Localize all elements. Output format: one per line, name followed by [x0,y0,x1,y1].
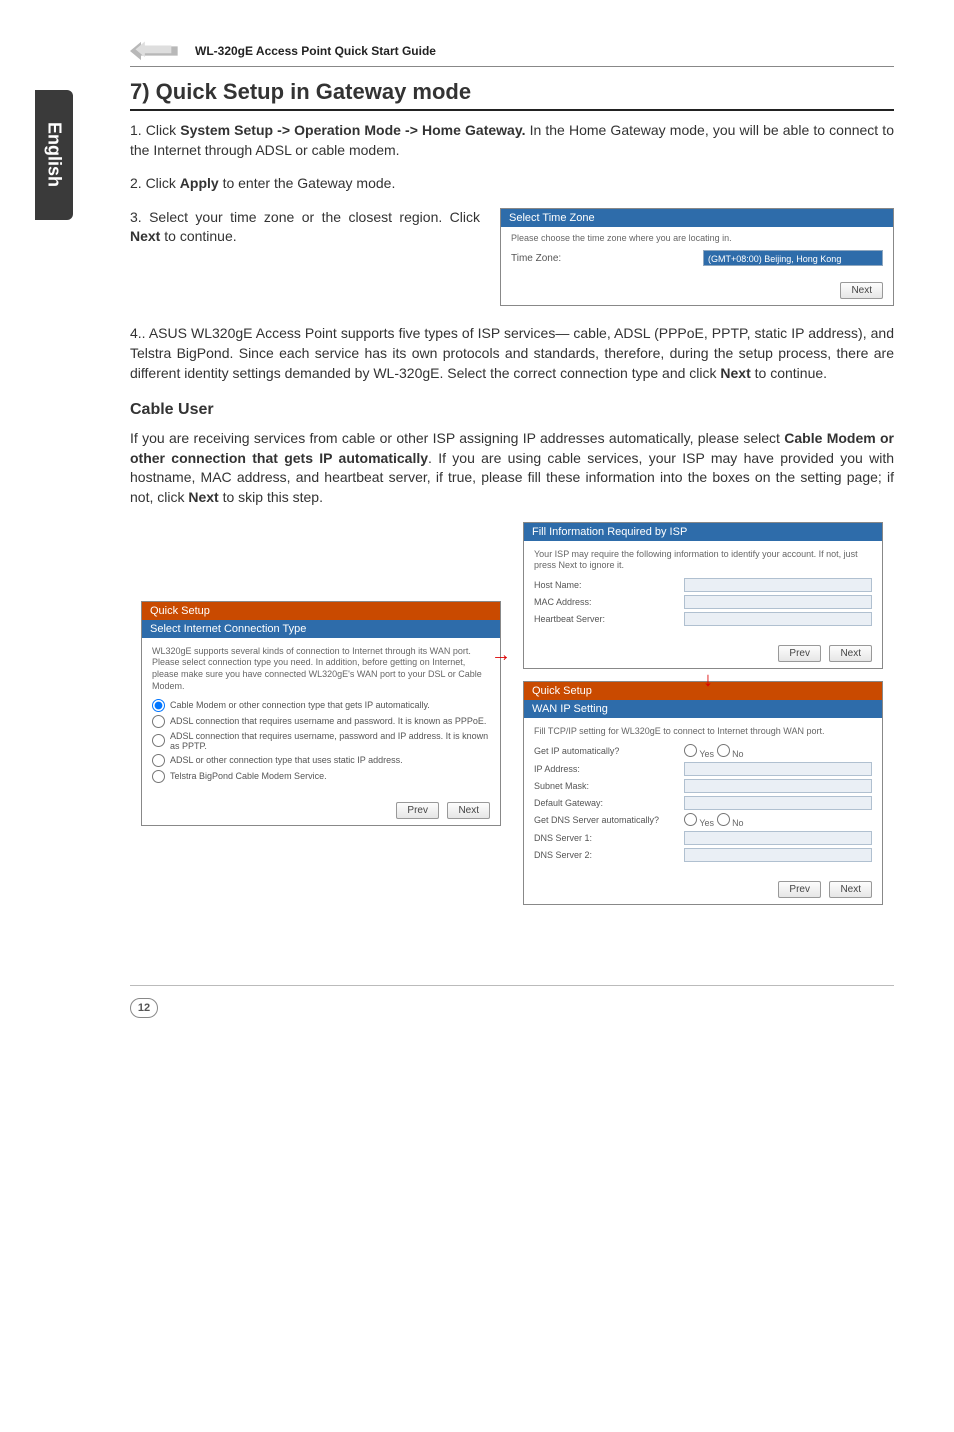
option5-label: Telstra BigPond Cable Modem Service. [170,771,327,781]
step1-pre: 1. Click [130,122,180,138]
fill-info-screenshot: Fill Information Required by ISP Your IS… [523,522,883,669]
cable-suf: to skip this step. [219,489,323,505]
language-tab-label: English [44,122,65,187]
option4-label: ADSL or other connection type that uses … [170,755,403,765]
default-gateway-input[interactable] [684,796,872,810]
step2-bold: Apply [180,175,219,191]
step-1-text: 1. Click System Setup -> Operation Mode … [130,121,894,160]
quick-setup-header: Quick Setup [142,602,500,620]
no-label: No [732,749,744,759]
radio-icon [717,813,730,826]
cable-user-heading: Cable User [130,401,894,419]
timezone-select[interactable]: (GMT+08:00) Beijing, Hong Kong [703,250,883,266]
timezone-label: Time Zone: [511,253,703,264]
step3-pre: 3. Select your time zone or the closest … [130,209,480,225]
get-dns-auto-options[interactable]: Yes No [684,813,744,828]
dns1-label: DNS Server 1: [534,833,684,843]
option-cable-modem[interactable]: Cable Modem or other connection type tha… [152,699,490,712]
radio-icon [152,754,165,767]
timezone-screenshot: Select Time Zone Please choose the time … [500,208,894,307]
option-pptp[interactable]: ADSL connection that requires username, … [152,731,490,751]
language-tab: English [35,90,73,220]
radio-icon [152,715,165,728]
section-heading: 7) Quick Setup in Gateway mode [130,79,894,111]
page-number: 12 [130,998,158,1018]
timezone-note: Please choose the time zone where you ar… [511,233,883,245]
cable-bold2: Next [188,489,218,505]
option-pppoe[interactable]: ADSL connection that requires username a… [152,715,490,728]
wan-ip-prev-button[interactable]: Prev [778,881,821,898]
option-bigpond[interactable]: Telstra BigPond Cable Modem Service. [152,770,490,783]
mac-label: MAC Address: [534,597,684,607]
fill-info-next-button[interactable]: Next [829,645,872,662]
step2-suf: to enter the Gateway mode. [219,175,396,191]
get-ip-auto-label: Get IP automatically? [534,746,684,756]
default-gateway-label: Default Gateway: [534,798,684,808]
step4-bold: Next [720,365,750,381]
guide-title: WL-320gE Access Point Quick Start Guide [195,44,436,58]
yes-label: Yes [699,749,714,759]
get-ip-auto-options[interactable]: Yes No [684,744,744,759]
step3-bold: Next [130,228,160,244]
yes-label: Yes [699,818,714,828]
mac-input[interactable] [684,595,872,609]
option2-label: ADSL connection that requires username a… [170,716,486,726]
dns2-label: DNS Server 2: [534,850,684,860]
radio-icon [152,734,165,747]
fill-info-prev-button[interactable]: Prev [778,645,821,662]
quick-setup-screenshot: Quick Setup Select Internet Connection T… [141,601,501,826]
step2-pre: 2. Click [130,175,180,191]
step3-suf: to continue. [160,228,236,244]
wan-ip-note: Fill TCP/IP setting for WL320gE to conne… [534,726,872,738]
fill-info-header: Fill Information Required by ISP [524,523,882,541]
wan-ip-screenshot: Quick Setup WAN IP Setting Fill TCP/IP s… [523,681,883,905]
fill-info-note: Your ISP may require the following infor… [534,549,872,572]
arrow-right-icon: → [491,644,511,667]
option-static-ip[interactable]: ADSL or other connection type that uses … [152,754,490,767]
page-header: WL-320gE Access Point Quick Start Guide [130,40,894,67]
dns1-input[interactable] [684,831,872,845]
timezone-next-button[interactable]: Next [840,282,883,299]
subnet-mask-label: Subnet Mask: [534,781,684,791]
option3-label: ADSL connection that requires username, … [170,731,490,751]
quick-setup-subheader: Select Internet Connection Type [142,620,500,638]
hostname-label: Host Name: [534,580,684,590]
ip-address-label: IP Address: [534,764,684,774]
heartbeat-input[interactable] [684,612,872,626]
radio-icon [152,770,165,783]
step-3-row: 3. Select your time zone or the closest … [130,208,894,307]
radio-icon [717,744,730,757]
subnet-mask-input[interactable] [684,779,872,793]
step-3-text: 3. Select your time zone or the closest … [130,208,500,247]
timezone-header: Select Time Zone [501,209,893,227]
radio-icon [684,744,697,757]
quick-setup-note: WL320gE supports several kinds of connec… [152,646,490,693]
wan-ip-header2: WAN IP Setting [524,700,882,718]
screenshots-row: Quick Setup Select Internet Connection T… [130,522,894,905]
page-footer: 12 [130,998,894,1018]
footer-rule [130,985,894,986]
arrow-down-icon: ↓ [703,669,713,692]
dns2-input[interactable] [684,848,872,862]
wan-ip-next-button[interactable]: Next [829,881,872,898]
cable-pre: If you are receiving services from cable… [130,430,784,446]
radio-icon [152,699,165,712]
quick-setup-prev-button[interactable]: Prev [396,802,439,819]
step-4-text: 4.. ASUS WL320gE Access Point supports f… [130,324,894,383]
step4-suf: to continue. [751,365,827,381]
hostname-input[interactable] [684,578,872,592]
step1-bold: System Setup -> Operation Mode -> Home G… [180,122,525,138]
radio-icon [684,813,697,826]
no-label: No [732,818,744,828]
heartbeat-label: Heartbeat Server: [534,614,684,624]
header-arrow-icon [130,40,185,62]
cable-user-text: If you are receiving services from cable… [130,429,894,507]
option1-label: Cable Modem or other connection type tha… [170,700,430,710]
quick-setup-next-button[interactable]: Next [447,802,490,819]
ip-address-input[interactable] [684,762,872,776]
step-2-text: 2. Click Apply to enter the Gateway mode… [130,174,894,194]
get-dns-auto-label: Get DNS Server automatically? [534,815,684,825]
